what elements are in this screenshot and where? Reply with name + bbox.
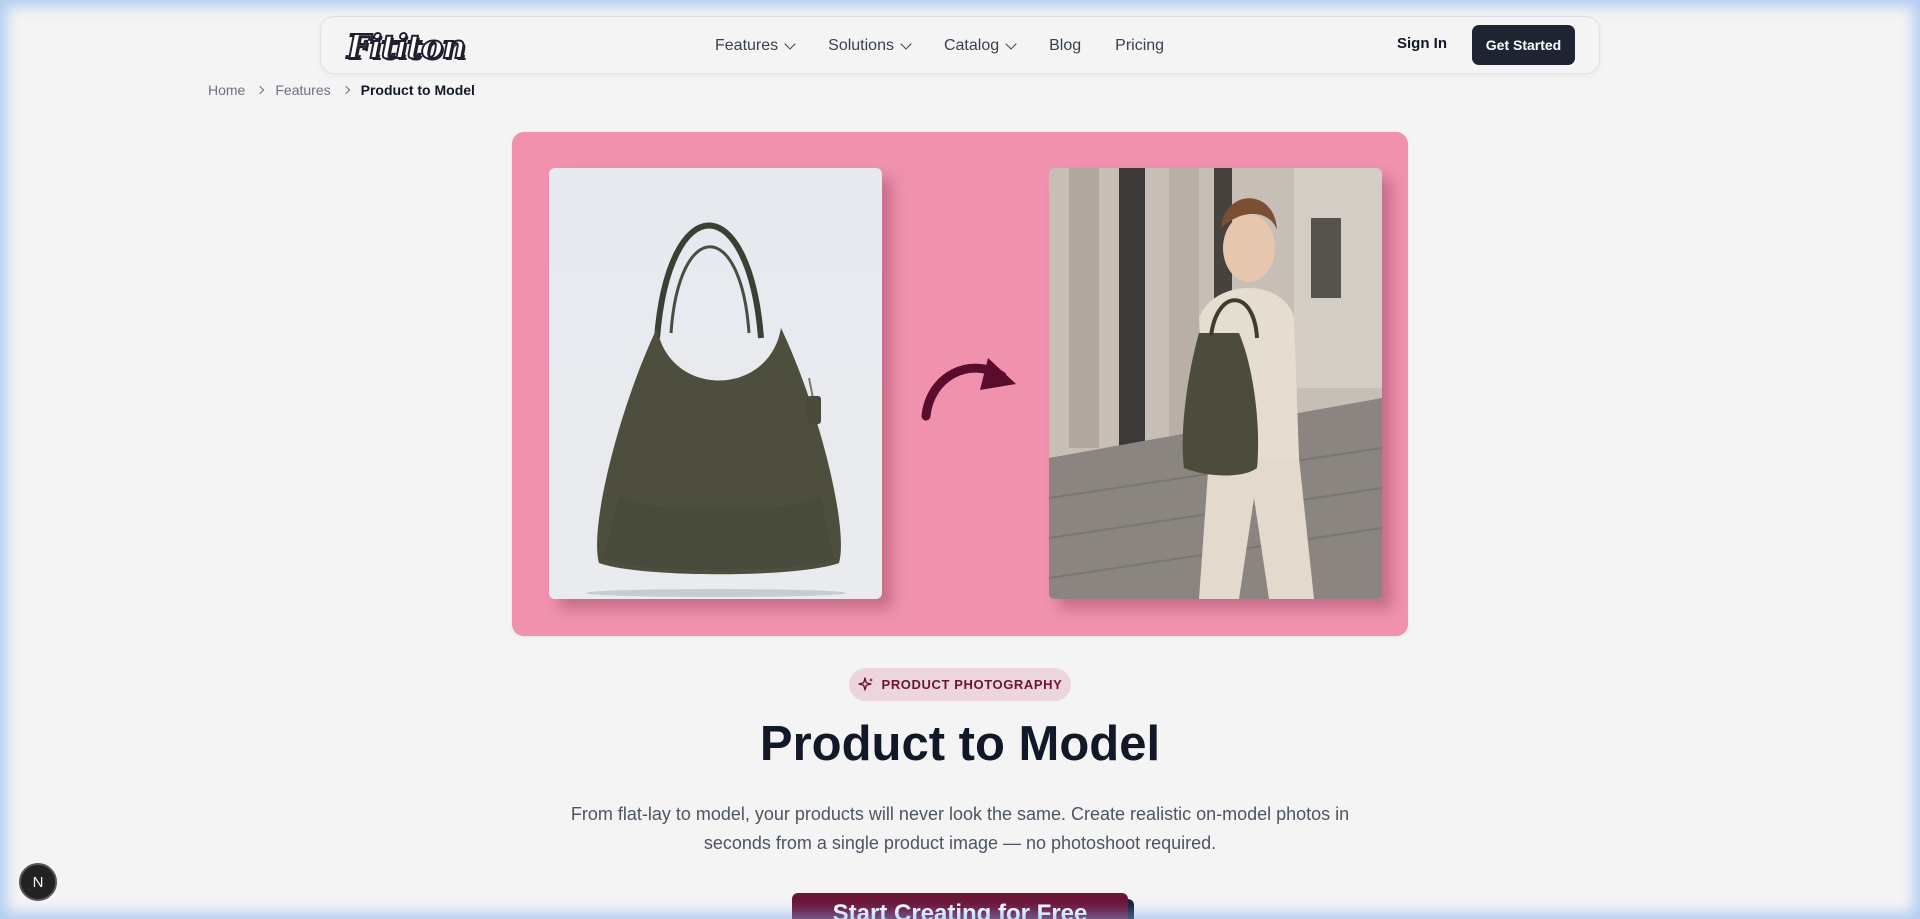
chevron-right-icon [341,85,350,95]
chevron-down-icon [784,38,796,50]
hero-banner [512,132,1408,636]
nav-item-label: Solutions [828,37,894,54]
page-subtitle: From flat-lay to model, your products wi… [570,804,1350,853]
start-creating-button[interactable]: Start Creating for Free [792,893,1128,919]
fab-label: N [32,873,44,891]
model-photo-illustration [1049,168,1382,599]
sparkle-icon [857,676,873,691]
page-title: Product to Model [759,717,1161,771]
get-started-button[interactable]: Get Started [1472,25,1575,65]
breadcrumb: Home Features Product to Model [208,82,475,98]
breadcrumb-features[interactable]: Features [275,82,330,98]
dev-tools-button[interactable]: N [19,863,57,901]
model-with-handbag-image [1049,168,1382,599]
handbag-product-image [549,168,882,599]
logo[interactable]: Fititon [346,26,467,67]
nav-item-label: Catalog [943,37,1000,54]
nav-item-pricing[interactable]: Pricing [1115,37,1164,55]
curved-arrow-icon [920,352,1020,427]
breadcrumb-home[interactable]: Home [208,82,245,98]
breadcrumb-current: Product to Model [360,82,475,98]
handbag-illustration [586,222,846,597]
nav-links: Features Solutions Catalog Blog Pricing [715,17,1198,75]
nav-item-label: Features [715,37,779,54]
nav-item-solutions[interactable]: Solutions [828,37,912,55]
chevron-down-icon [1005,38,1017,50]
badge-label: PRODUCT PHOTOGRAPHY [881,677,1063,692]
chevron-right-icon [256,85,265,95]
nav-item-label: Pricing [1115,37,1165,54]
nav-item-catalog[interactable]: Catalog [943,37,1017,55]
nav-item-blog[interactable]: Blog [1049,37,1081,55]
navbar: Fititon Features Solutions Catalog Blog … [320,16,1600,74]
nav-item-label: Blog [1049,37,1082,54]
chevron-down-icon [900,38,912,50]
category-badge: PRODUCT PHOTOGRAPHY [849,668,1071,701]
nav-item-features[interactable]: Features [715,37,796,55]
sign-in-link[interactable]: Sign In [1397,35,1447,52]
